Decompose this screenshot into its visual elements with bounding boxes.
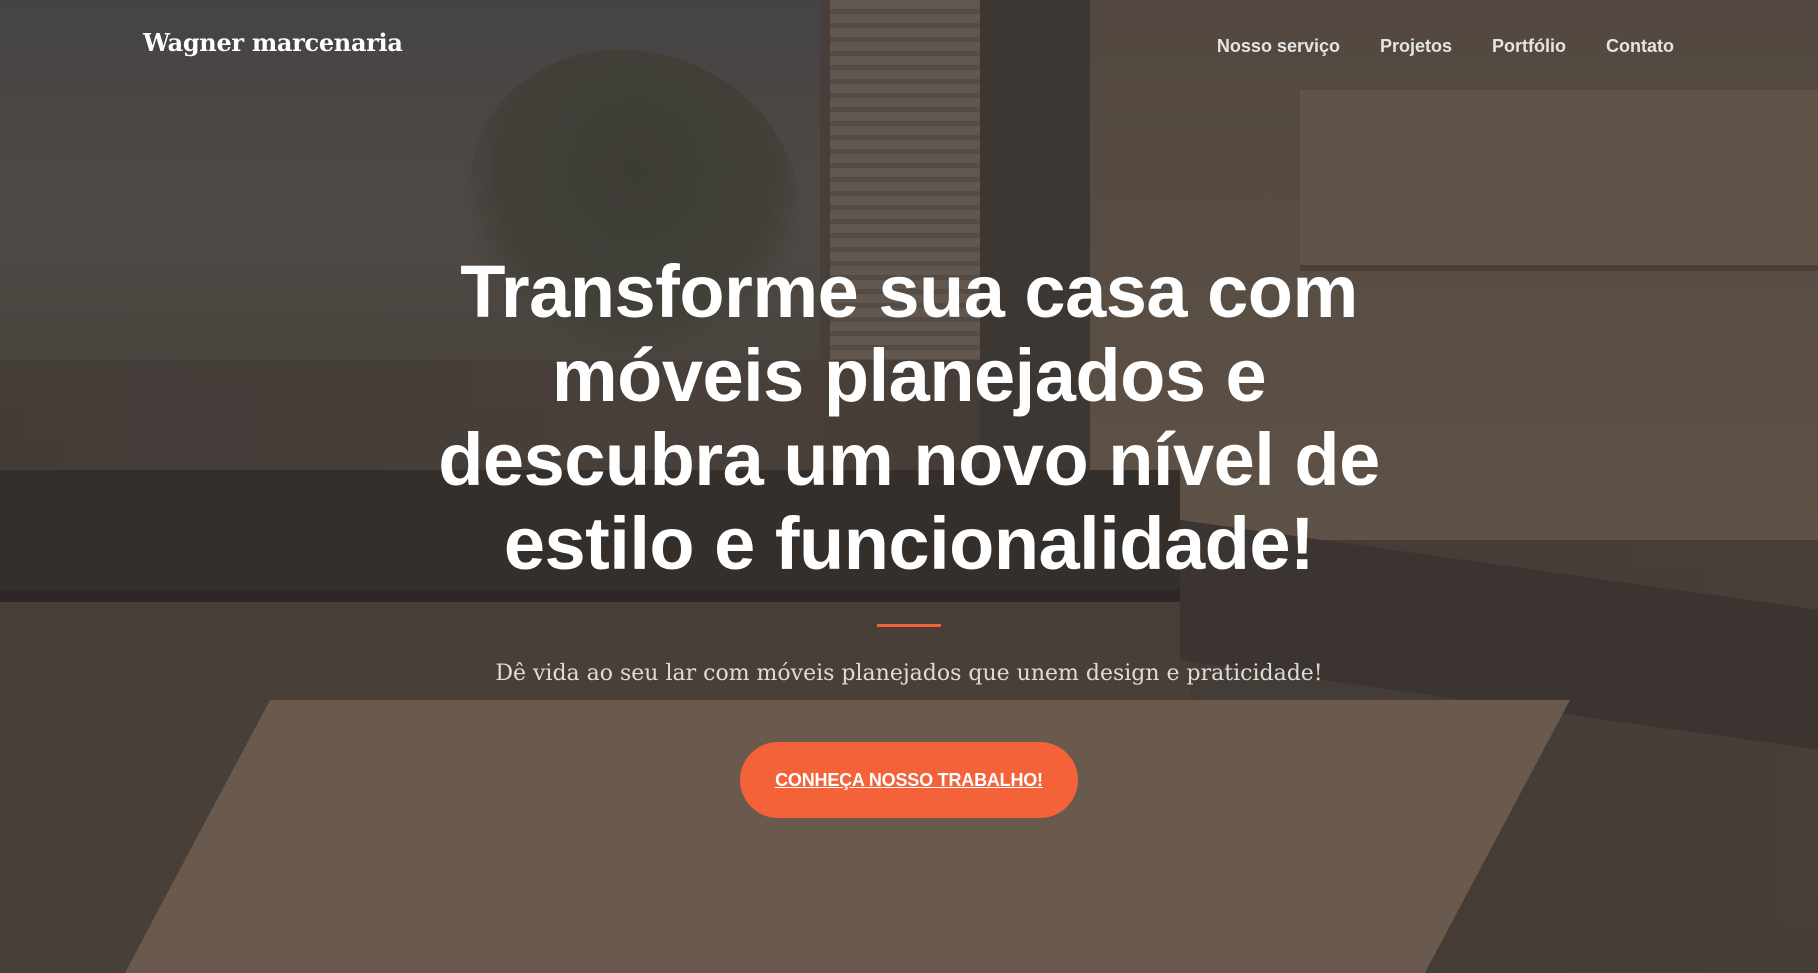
nav-link-projetos[interactable]: Projetos bbox=[1380, 36, 1452, 57]
hero-divider bbox=[877, 624, 941, 627]
cta-button[interactable]: CONHEÇA NOSSO TRABALHO! bbox=[740, 742, 1078, 818]
hero-content: Transforme sua casa com móveis planejado… bbox=[0, 250, 1818, 818]
nav-link-nosso-servico[interactable]: Nosso serviço bbox=[1217, 36, 1340, 57]
hero-headline: Transforme sua casa com móveis planejado… bbox=[438, 250, 1380, 585]
hero-subtitle: Dê vida ao seu lar com móveis planejados… bbox=[495, 661, 1323, 686]
top-navbar: Wagner marcenaria Nosso serviço Projetos… bbox=[0, 0, 1818, 92]
brand-logo[interactable]: Wagner marcenaria bbox=[143, 28, 403, 57]
nav-link-portfolio[interactable]: Portfólio bbox=[1492, 36, 1566, 57]
nav-menu: Nosso serviço Projetos Portfólio Contato bbox=[1217, 36, 1674, 57]
nav-link-contato[interactable]: Contato bbox=[1606, 36, 1674, 57]
